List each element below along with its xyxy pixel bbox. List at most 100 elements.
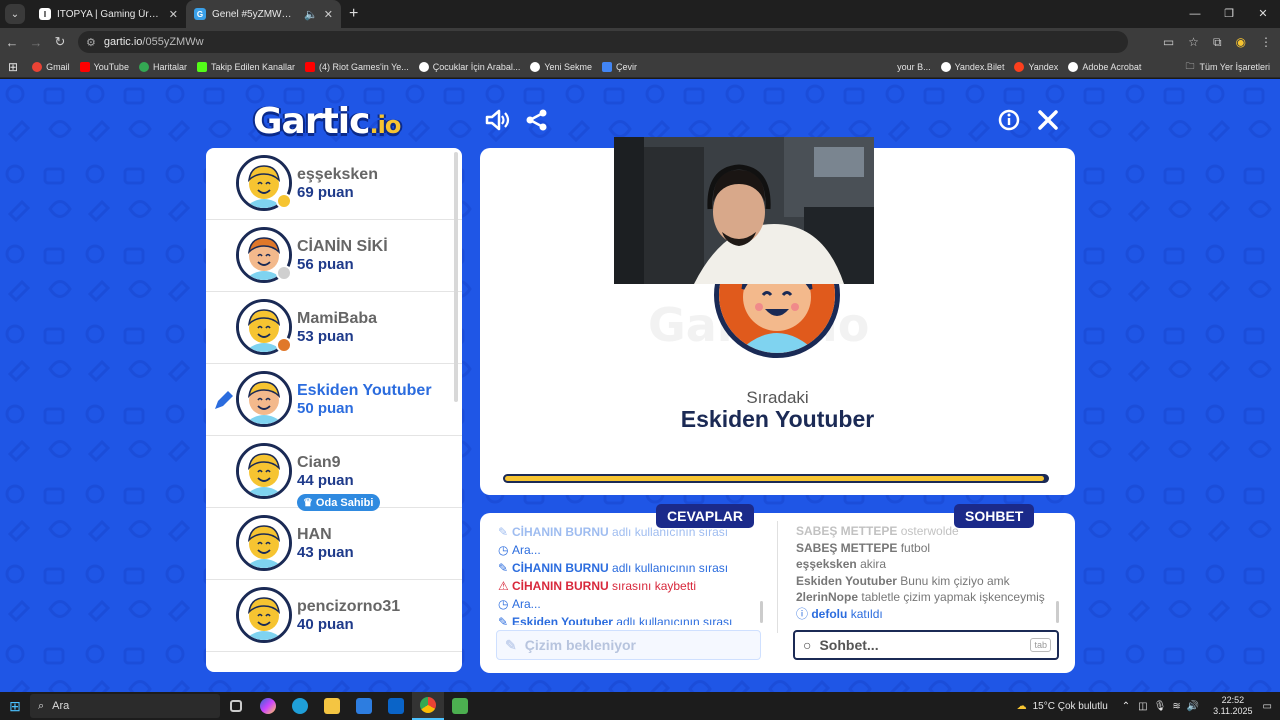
rank-medal-icon <box>276 265 292 281</box>
back-icon[interactable]: ← <box>0 35 24 50</box>
player-row[interactable]: CİANİN SİKİ 56 puan <box>206 220 462 292</box>
bookmark-maps[interactable]: Haritalar <box>138 61 187 72</box>
browser-tab-gartic[interactable]: G Genel #5yZMWw (Türkçe) - 🔈 ✕ <box>186 0 341 28</box>
all-bookmarks[interactable]: 🗀 Tüm Yer İşaretleri <box>1185 56 1270 78</box>
answer-input[interactable]: ✎ Çizim bekleniyor <box>496 630 761 660</box>
bookmark-translate[interactable]: Çevir <box>602 61 637 72</box>
globe-icon <box>940 61 951 72</box>
chat-text: katıldı <box>850 606 883 621</box>
chrome-icon[interactable] <box>412 692 444 720</box>
bookmark-gmail[interactable]: Gmail <box>32 61 70 72</box>
google-icon <box>418 61 429 72</box>
clock[interactable]: 22:52 3.11.2025 <box>1213 695 1252 717</box>
folder-icon: 🗀 <box>1185 61 1195 71</box>
bookmark-youtube[interactable]: YouTube <box>79 61 129 72</box>
translate-icon <box>602 61 613 72</box>
bookmark-label: Yandex.Bilet <box>954 61 1005 72</box>
player-avatar <box>236 371 292 427</box>
clock-time: 22:52 <box>1221 695 1245 705</box>
player-row[interactable]: pencizorno31 40 puan <box>206 580 462 652</box>
info-icon[interactable] <box>996 107 1022 133</box>
file-explorer-icon[interactable] <box>316 692 348 720</box>
close-game-icon[interactable] <box>1035 107 1061 133</box>
chat-message: 2lerinNope tabletle çizim yapmak işkence… <box>796 589 1061 606</box>
bookmark-star-icon[interactable]: ☆ <box>1188 35 1199 49</box>
player-points: 44 puan <box>297 472 354 489</box>
url-field[interactable]: ⚙ gartic.io/055yZMWw <box>78 31 1128 53</box>
bookmark-yandex[interactable]: Yandex <box>1014 61 1058 72</box>
player-row[interactable]: HAN 43 puan <box>206 508 462 580</box>
restore-icon[interactable]: ❐ <box>1212 0 1246 28</box>
all-bookmarks-label: Tüm Yer İşaretleri <box>1199 62 1270 72</box>
url-path: /055yZMWw <box>142 36 204 48</box>
site-info-icon[interactable]: ⚙ <box>86 36 96 49</box>
clock-icon: ◷ <box>498 597 509 611</box>
chat-scrollbar[interactable] <box>1056 601 1059 623</box>
chat-input[interactable]: ○ Sohbet... tab <box>793 630 1059 660</box>
bookmark-label: Haritalar <box>152 61 187 72</box>
close-window-icon[interactable]: ✕ <box>1246 0 1280 28</box>
bookmark-label: Takip Edilen Kanallar <box>210 61 296 72</box>
menu-icon[interactable]: ⋮ <box>1260 35 1272 49</box>
forward-icon[interactable]: → <box>24 35 48 50</box>
tray-expand-icon[interactable]: ⌃ <box>1122 701 1130 712</box>
bookmark-your[interactable]: your B... <box>897 62 931 72</box>
wifi-icon[interactable]: ≋ <box>1172 701 1180 712</box>
share-icon[interactable] <box>524 107 550 133</box>
bookmark-label: (4) Riot Games'in Ye... <box>319 61 409 72</box>
browser-tab-bar: ⌄ I ITOPYA | Gaming Ürünler ve Bil ✕ G G… <box>0 0 1280 28</box>
windows-start-icon[interactable]: ⊞ <box>0 698 30 715</box>
answer-input-placeholder: Çizim bekleniyor <box>524 637 636 653</box>
copilot-icon[interactable] <box>252 692 284 720</box>
outlook-icon[interactable] <box>380 692 412 720</box>
answer-log-line: ✎ Eskiden Youtuber adlı kullanıcının sıra… <box>498 613 758 625</box>
close-tab-icon[interactable]: ✕ <box>169 8 178 21</box>
bookmark-yandex-bilet[interactable]: Yandex.Bilet <box>940 61 1005 72</box>
rank-medal-icon <box>276 193 292 209</box>
bookmark-adobe[interactable]: Adobe Acrobat <box>1068 61 1141 72</box>
tab-audio-icon[interactable]: 🔈 <box>304 8 318 21</box>
answers-scrollbar[interactable] <box>760 601 763 623</box>
cast-icon[interactable]: ▭ <box>1163 35 1174 49</box>
pencil-icon: ✎ <box>498 525 509 539</box>
mic-icon[interactable]: 🎙 <box>1154 701 1167 712</box>
player-row[interactable]: eşşeksken 69 puan <box>206 148 462 220</box>
bookmark-riot[interactable]: (4) Riot Games'in Ye... <box>305 61 409 72</box>
apps-grid-icon[interactable]: ⊞ <box>8 60 18 74</box>
log-text: sırasını kaybetti <box>612 579 697 593</box>
tab-search-menu-button[interactable]: ⌄ <box>5 4 25 24</box>
chat-text: futbol <box>900 540 931 555</box>
new-tab-button[interactable]: + <box>349 5 358 23</box>
obs-icon[interactable] <box>444 692 476 720</box>
profile-icon[interactable]: ◉ <box>1236 35 1246 49</box>
reload-icon[interactable]: ↻ <box>48 34 72 50</box>
bookmark-newtab[interactable]: Yeni Sekme <box>530 61 593 72</box>
store-icon[interactable] <box>348 692 380 720</box>
notification-icon[interactable]: ▭ <box>1263 701 1272 712</box>
bookmark-label: Yeni Sekme <box>544 61 593 72</box>
task-view-icon[interactable] <box>220 692 252 720</box>
players-scrollbar[interactable] <box>454 152 458 402</box>
pencil-icon: ✎ <box>498 561 509 575</box>
player-row[interactable]: MamiBaba 53 puan <box>206 292 462 364</box>
clock-date: 3.11.2025 <box>1213 706 1253 716</box>
player-points: 69 puan <box>297 184 354 201</box>
player-row[interactable]: Cian9 44 puan ♛ Oda Sahibi <box>206 436 462 511</box>
player-row[interactable]: Eskiden Youtuber 50 puan <box>206 364 462 436</box>
yandex-icon <box>1014 61 1025 72</box>
volume-icon[interactable]: 🔊 <box>1187 701 1199 712</box>
edge-icon[interactable] <box>284 692 316 720</box>
close-tab-icon[interactable]: ✕ <box>324 8 333 21</box>
bookmark-cars[interactable]: Çocuklar İçin Arabal... <box>418 61 520 72</box>
bookmark-kick[interactable]: Takip Edilen Kanallar <box>196 61 296 72</box>
gartic-favicon-icon: G <box>194 8 206 20</box>
taskbar-search[interactable]: ⌕ Ara <box>30 694 220 718</box>
minimize-icon[interactable]: — <box>1178 0 1212 28</box>
extensions-icon[interactable]: ⧉ <box>1213 35 1222 50</box>
player-points: 50 puan <box>297 400 354 417</box>
sound-icon[interactable] <box>484 107 510 133</box>
network-icon[interactable]: ◫ <box>1138 701 1147 712</box>
browser-tab-itopya[interactable]: I ITOPYA | Gaming Ürünler ve Bil ✕ <box>31 0 186 28</box>
player-points: 43 puan <box>297 544 354 561</box>
tab-title: Genel #5yZMWw (Türkçe) - <box>212 8 298 20</box>
